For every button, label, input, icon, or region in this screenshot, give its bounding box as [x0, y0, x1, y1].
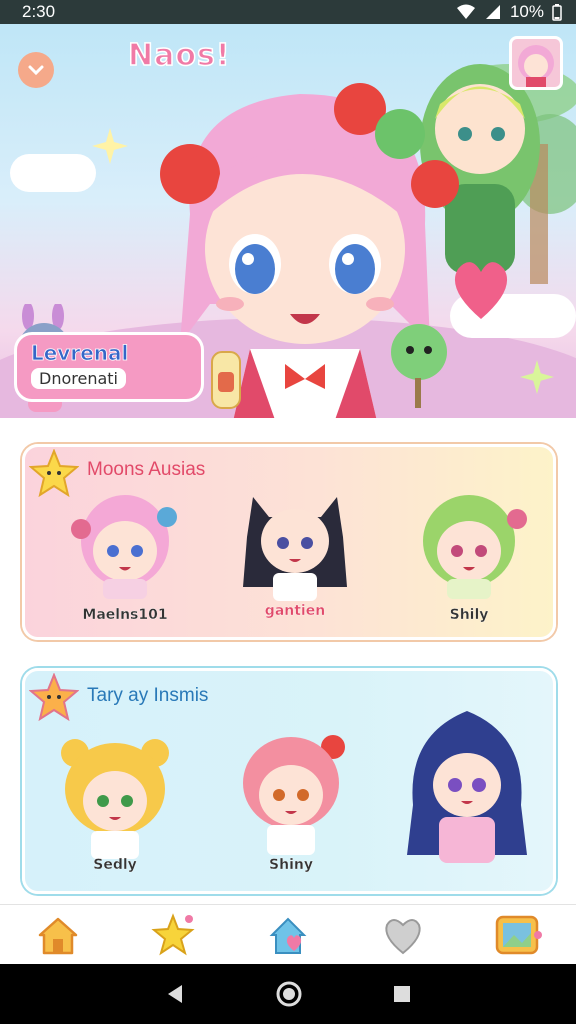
character-card[interactable]: gantien: [225, 477, 365, 627]
character-section-2: Tary ay Insmis Sedly Shiny: [22, 668, 556, 894]
nav-likes-button[interactable]: [378, 910, 428, 960]
heart-icon: [385, 918, 421, 954]
character-portrait: [71, 495, 177, 599]
event-banner-button[interactable]: Levrenal Dnorenati: [14, 332, 204, 402]
status-bar: 2:30 10%: [0, 0, 576, 24]
chevron-down-icon: [28, 65, 44, 76]
character-name: Shily: [449, 607, 489, 623]
character-name: Sedly: [93, 857, 137, 873]
character-card[interactable]: Sedly: [45, 731, 185, 881]
character-portrait: [423, 495, 527, 599]
character-portrait: [407, 711, 527, 863]
back-button[interactable]: [18, 52, 54, 88]
cloud: [10, 154, 96, 192]
banner-title: Levrenal: [31, 341, 129, 366]
character-name: gantien: [264, 603, 326, 619]
character-section-1: Moons Ausias Maelns101 gantien Shily: [22, 444, 556, 640]
star-icon: [151, 912, 195, 955]
character-name: Maelns101: [82, 607, 168, 623]
character-card[interactable]: Shily: [399, 489, 539, 639]
sparkle-icon: [520, 360, 554, 394]
bottom-navigation: [0, 904, 576, 964]
character-card[interactable]: [397, 705, 537, 863]
wifi-icon: [456, 4, 475, 19]
character-portrait: [243, 735, 345, 855]
signal-icon: [485, 5, 500, 19]
hero-title: Naos!: [127, 37, 231, 74]
heart-balloon-graphic: [454, 262, 508, 319]
battery-percent: 10%: [509, 2, 544, 21]
gallery-icon: [496, 915, 543, 954]
battery-icon: [552, 3, 562, 21]
status-icons: 10%: [456, 2, 562, 22]
nav-room-button[interactable]: [263, 910, 313, 960]
character-portrait: [243, 497, 347, 601]
drink-item-graphic: [211, 351, 241, 409]
nav-home-button[interactable]: [33, 910, 83, 960]
character-card[interactable]: Maelns101: [55, 489, 195, 639]
recents-square-icon[interactable]: [392, 984, 412, 1004]
back-triangle-icon[interactable]: [164, 983, 186, 1005]
banner-subtitle: Dnorenati: [31, 368, 126, 389]
green-mascot-graphic: [391, 324, 447, 408]
character-portrait: [61, 739, 169, 859]
home-icon: [38, 917, 77, 954]
home-circle-icon[interactable]: [275, 980, 303, 1008]
status-time: 2:30: [22, 2, 56, 21]
system-navigation-bar: [0, 964, 576, 1024]
hero-banner: Naos! Levrenal Dnorenati: [0, 24, 576, 418]
house-heart-icon: [269, 917, 307, 954]
nav-gallery-button[interactable]: [493, 910, 543, 960]
section-title: Moons Ausias: [87, 459, 206, 480]
nav-favorites-button[interactable]: [148, 910, 198, 960]
star-face-icon: [29, 673, 79, 722]
character-card[interactable]: Shiny: [221, 727, 361, 877]
avatar: [518, 45, 554, 87]
profile-avatar-button[interactable]: [509, 36, 563, 90]
character-name: Shiny: [269, 857, 313, 873]
sparkle-icon: [92, 128, 128, 164]
section-title: Tary ay Insmis: [87, 685, 209, 706]
